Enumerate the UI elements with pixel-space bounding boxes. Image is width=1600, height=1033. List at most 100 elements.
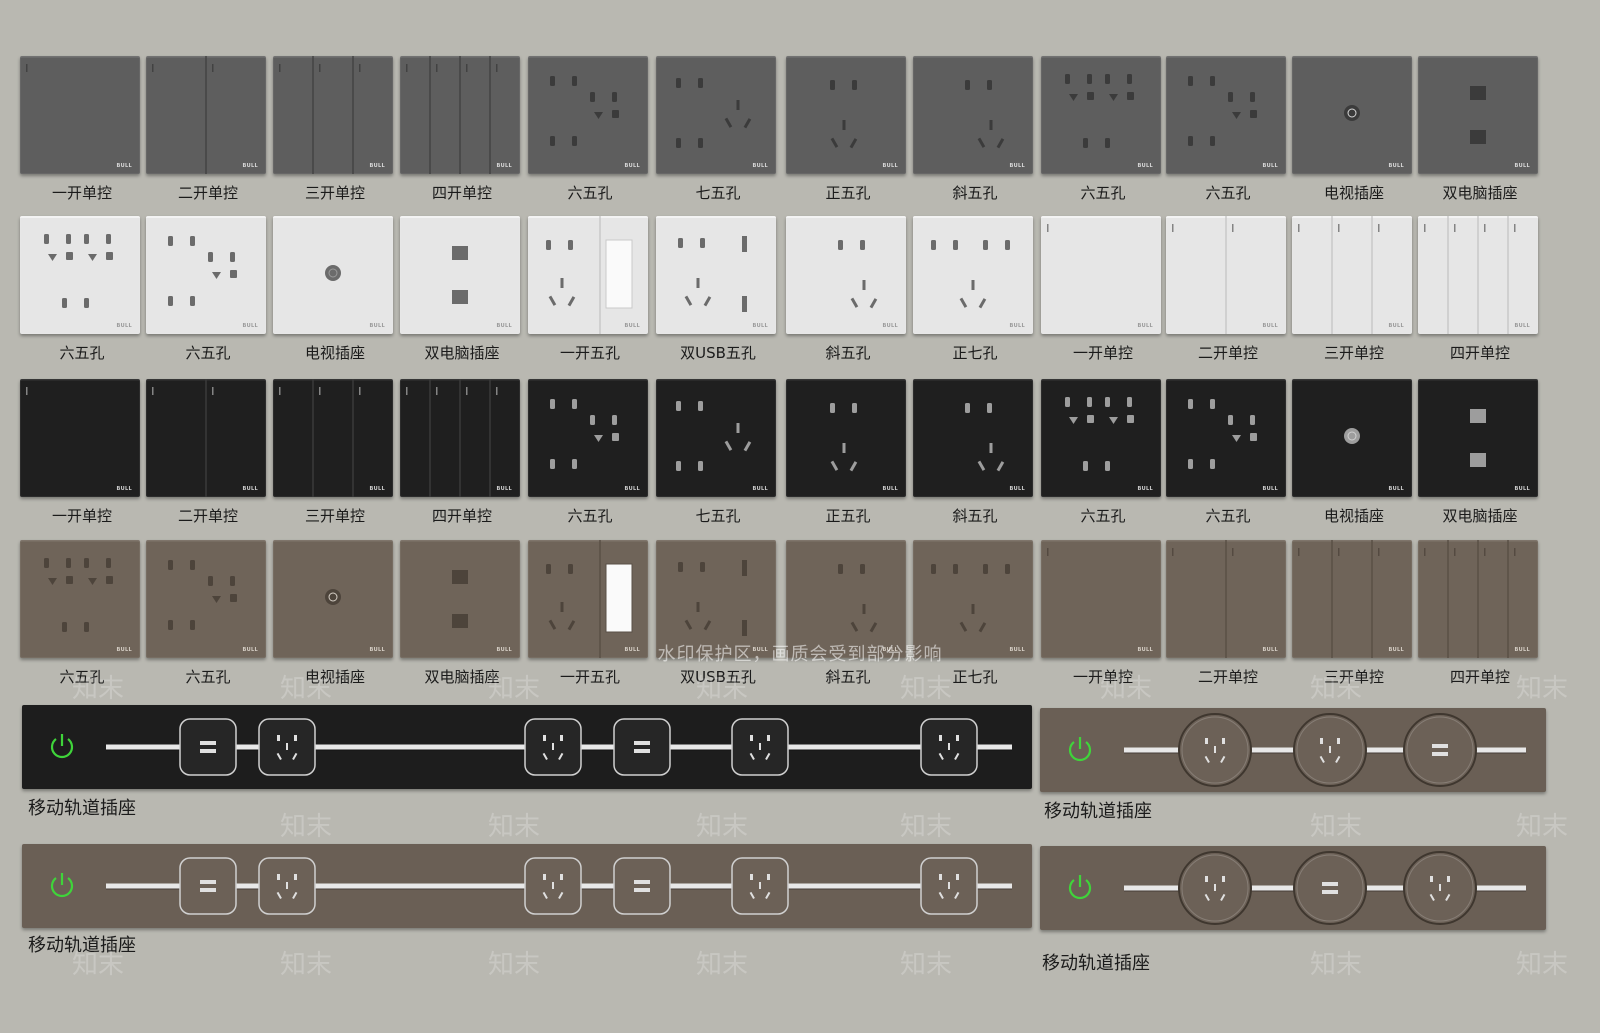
brand-logo: BULL	[624, 486, 640, 492]
indicator-mark	[359, 64, 361, 72]
panel-drawing	[20, 379, 140, 395]
outlet-module[interactable]	[524, 857, 582, 915]
rj45-port	[1470, 130, 1486, 144]
two-pin-holes	[676, 461, 703, 471]
product-label: 六五孔	[59, 344, 105, 362]
panel-drawing	[1166, 540, 1286, 658]
two-pin-holes	[983, 564, 1010, 574]
usb-port	[742, 236, 747, 252]
product-tile: BULL 六五孔	[528, 379, 652, 526]
outlet-module[interactable]	[1403, 851, 1477, 925]
outlet-module[interactable]	[731, 857, 789, 915]
brand-logo: BULL	[369, 163, 385, 169]
indicator-mark	[359, 387, 361, 395]
usb-port	[742, 620, 747, 636]
usb-module[interactable]	[179, 857, 237, 915]
brand-logo: BULL	[1009, 163, 1025, 169]
panel-six5b: BULL	[1041, 56, 1161, 174]
brand-logo: BULL	[1009, 647, 1025, 653]
product-tile: BULL 三开单控	[1292, 216, 1416, 363]
two-pin-holes	[1105, 397, 1132, 407]
brand-logo: BULL	[624, 163, 640, 169]
usb-module[interactable]	[613, 718, 671, 776]
product-tile: BULL 一开单控	[20, 56, 144, 203]
outlet-module[interactable]	[1178, 851, 1252, 925]
indicator-mark	[319, 387, 321, 395]
panel-switch1: BULL	[20, 56, 140, 174]
panel-switch3: BULL	[273, 379, 393, 497]
panel-switch2: BULL	[146, 56, 266, 174]
panel-switch2: BULL	[1166, 540, 1286, 658]
watermark-text: 知末	[900, 812, 953, 842]
panel-six5a: BULL	[1166, 379, 1286, 497]
indicator-mark	[1484, 224, 1486, 232]
power-icon	[1068, 737, 1092, 762]
panel-zheng7: BULL	[913, 216, 1033, 334]
three-pin-holes	[684, 602, 712, 631]
brand-logo: BULL	[242, 486, 258, 492]
outlet-module[interactable]	[524, 718, 582, 776]
outlet-module[interactable]	[1178, 713, 1252, 787]
usb-module[interactable]	[613, 857, 671, 915]
track-drawing	[50, 718, 1012, 776]
outlet-module[interactable]	[920, 718, 978, 776]
two-pin-holes	[1188, 399, 1215, 409]
panel-drawing	[273, 56, 393, 174]
five-hole-unit	[1065, 397, 1094, 424]
track-label: 移动轨道插座	[28, 935, 136, 956]
product-label: 六五孔	[185, 668, 231, 686]
two-pin-holes	[676, 138, 703, 148]
brand-logo: BULL	[116, 323, 132, 329]
panel-drawing	[786, 56, 906, 149]
usb-module[interactable]	[1403, 713, 1477, 787]
panel-seven5: BULL	[656, 379, 776, 497]
product-tile: BULL 正五孔	[786, 56, 910, 203]
two-pin-holes	[965, 80, 992, 90]
panel-drawing	[1292, 379, 1412, 444]
panel-xie5: BULL	[913, 56, 1033, 174]
panel-xie5: BULL	[786, 540, 906, 658]
product-tile: BULL 一开五孔	[528, 216, 652, 363]
two-pin-holes	[1228, 415, 1255, 425]
rocker-button	[605, 563, 633, 633]
panel-drawing	[20, 56, 140, 72]
panel-switch4: BULL	[1418, 540, 1538, 658]
outlet-module[interactable]	[258, 718, 316, 776]
product-label: 六五孔	[185, 344, 231, 362]
indicator-mark	[212, 387, 214, 395]
usb-module[interactable]	[1293, 851, 1367, 925]
indicator-mark	[466, 64, 468, 72]
product-tile: BULL 四开单控	[400, 379, 524, 526]
usb-port	[742, 296, 747, 312]
brand-logo: BULL	[242, 323, 258, 329]
outlet-module[interactable]	[731, 718, 789, 776]
panel-switch3: BULL	[273, 56, 393, 174]
panel-drawing	[656, 56, 776, 148]
indicator-mark	[1172, 224, 1174, 232]
product-label: 六五孔	[1205, 507, 1251, 525]
indicator-mark	[1484, 548, 1486, 556]
outlet-module[interactable]	[1293, 713, 1367, 787]
brand-logo: BULL	[752, 323, 768, 329]
product-label: 一开五孔	[559, 344, 620, 362]
indicator-mark	[152, 387, 154, 395]
brand-logo: BULL	[1262, 486, 1278, 492]
outlet-module[interactable]	[920, 857, 978, 915]
brand-logo: BULL	[1137, 163, 1153, 169]
product-tile: BULL 斜五孔	[913, 379, 1037, 526]
two-pin-holes	[1188, 459, 1215, 469]
panel-drawing	[1418, 216, 1538, 334]
three-pin-holes	[959, 280, 987, 309]
product-label: 六五孔	[1080, 184, 1126, 202]
rj45-port	[1470, 86, 1486, 100]
two-pin-holes	[676, 401, 703, 411]
indicator-mark	[1514, 548, 1516, 556]
indicator-mark	[1424, 224, 1426, 232]
panel-zheng5: BULL	[786, 56, 906, 174]
product-label: 三开单控	[1323, 668, 1384, 686]
product-tile: BULL 正五孔	[786, 379, 910, 526]
outlet-module[interactable]	[258, 857, 316, 915]
product-tile: BULL 一开单控	[1041, 540, 1165, 687]
brand-logo: BULL	[496, 163, 512, 169]
usb-module[interactable]	[179, 718, 237, 776]
